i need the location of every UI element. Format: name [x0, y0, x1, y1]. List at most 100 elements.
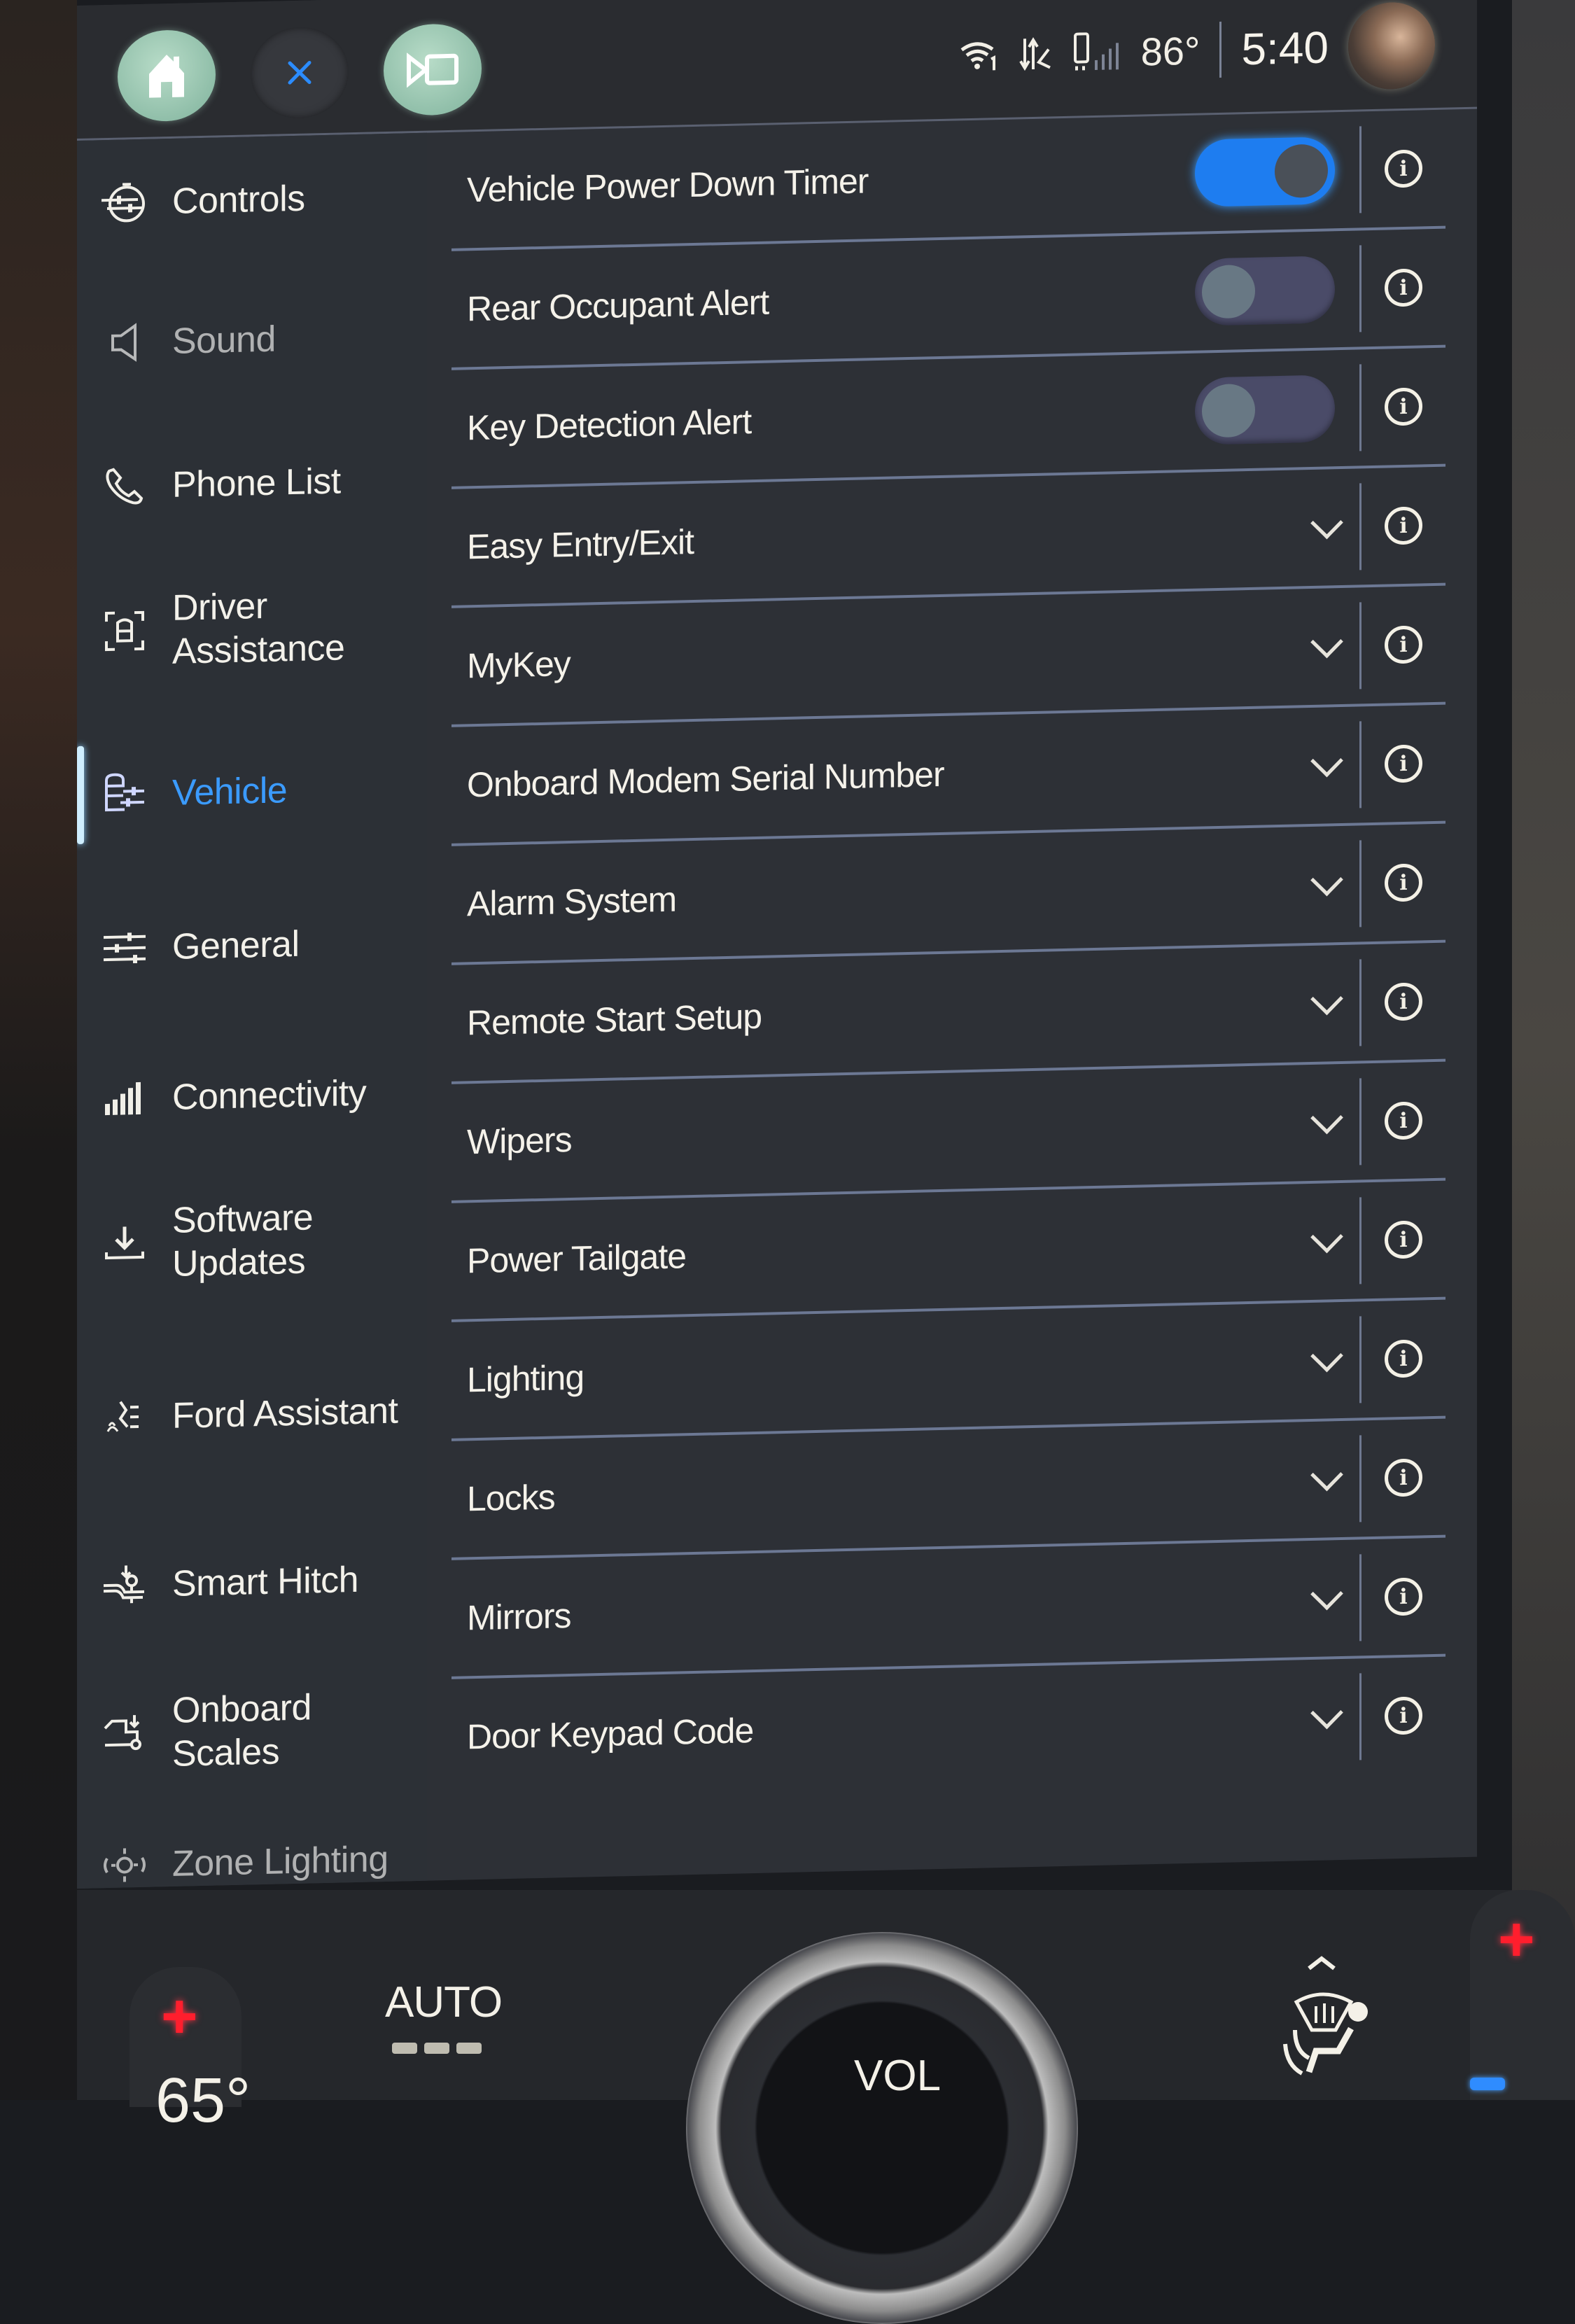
- info-icon[interactable]: i: [1385, 506, 1422, 545]
- info-icon[interactable]: i: [1385, 1101, 1422, 1140]
- sidebar-item-onboard-scales[interactable]: Onboard Scales: [77, 1684, 427, 1779]
- setting-row-power-tailgate[interactable]: Power Tailgate i: [451, 1180, 1446, 1322]
- setting-label: Lighting: [467, 1357, 584, 1400]
- chevron-down-icon[interactable]: [1310, 1696, 1343, 1729]
- close-button[interactable]: [251, 26, 349, 120]
- info-icon[interactable]: i: [1385, 387, 1422, 426]
- outside-temperature: 86°: [1140, 28, 1200, 74]
- sidebar-item-label: Sound: [172, 318, 276, 362]
- chevron-down-icon[interactable]: [1310, 1458, 1343, 1491]
- setting-label: Locks: [467, 1477, 555, 1519]
- setting-row-locks[interactable]: Locks i: [451, 1418, 1446, 1560]
- setting-row-door-keypad-code[interactable]: Door Keypad Code i: [451, 1657, 1446, 1795]
- camera-button[interactable]: [384, 22, 482, 117]
- sidebar-item-label: Vehicle: [172, 769, 288, 813]
- info-icon[interactable]: i: [1385, 1577, 1422, 1616]
- info-icon[interactable]: i: [1385, 625, 1422, 664]
- info-icon[interactable]: i: [1385, 744, 1422, 783]
- setting-row-wipers[interactable]: Wipers i: [451, 1061, 1446, 1203]
- sidebar-item-label: General: [172, 923, 300, 967]
- info-icon[interactable]: i: [1385, 1220, 1422, 1259]
- setting-row-modem-serial[interactable]: Onboard Modem Serial Number i: [451, 704, 1446, 846]
- sidebar-item-software-updates[interactable]: Software Updates: [77, 1194, 427, 1289]
- info-icon[interactable]: i: [1385, 1696, 1422, 1735]
- power-down-timer-toggle[interactable]: [1195, 136, 1335, 207]
- chevron-down-icon[interactable]: [1310, 982, 1343, 1015]
- chevron-down-icon[interactable]: [1310, 1220, 1343, 1253]
- settings-screen: 86° 5:40 Controls Sound Phone List Drive…: [77, 0, 1477, 1889]
- auto-climate-button[interactable]: AUTO: [385, 1977, 503, 2027]
- sidebar-item-sound[interactable]: Sound: [77, 308, 427, 372]
- setting-row-lighting[interactable]: Lighting i: [451, 1299, 1446, 1441]
- chevron-down-icon[interactable]: [1310, 625, 1343, 658]
- setting-row-remote-start[interactable]: Remote Start Setup i: [451, 942, 1446, 1084]
- setting-row-rear-occupant-alert[interactable]: Rear Occupant Alert i: [451, 228, 1446, 370]
- close-icon: [288, 60, 312, 85]
- setting-label: Wipers: [467, 1119, 572, 1162]
- chevron-down-icon[interactable]: [1310, 506, 1343, 539]
- sidebar-item-label: Zone Lighting: [172, 1838, 388, 1884]
- voice-assistant-icon: [97, 1389, 153, 1446]
- sliders-icon: [97, 920, 153, 977]
- sidebar-item-controls[interactable]: Controls: [77, 168, 427, 232]
- signal-bars-icon: [97, 1070, 153, 1128]
- sidebar-item-vehicle[interactable]: Vehicle: [77, 760, 427, 823]
- chevron-down-icon[interactable]: [1310, 1101, 1343, 1134]
- setting-row-mykey[interactable]: MyKey i: [451, 585, 1446, 727]
- setting-row-key-detection-alert[interactable]: Key Detection Alert i: [451, 347, 1446, 489]
- sidebar-item-smart-hitch[interactable]: Smart Hitch: [77, 1550, 427, 1614]
- passenger-temp-down-button[interactable]: [1470, 2078, 1505, 2090]
- sidebar-item-label: Onboard Scales: [172, 1687, 312, 1775]
- info-icon[interactable]: i: [1385, 149, 1422, 188]
- info-icon[interactable]: i: [1385, 268, 1422, 307]
- setting-label: Mirrors: [467, 1595, 571, 1638]
- setting-row-mirrors[interactable]: Mirrors i: [451, 1537, 1446, 1679]
- sidebar-item-ford-assistant[interactable]: Ford Assistant: [77, 1382, 427, 1446]
- volume-knob[interactable]: [686, 1932, 1078, 2324]
- sidebar-item-label: Phone List: [172, 461, 341, 505]
- defrost-airflow-icon[interactable]: [1281, 1953, 1379, 2086]
- chevron-down-icon[interactable]: [1310, 1339, 1343, 1372]
- setting-label: Alarm System: [467, 879, 677, 924]
- sidebar-item-connectivity[interactable]: Connectivity: [77, 1064, 427, 1128]
- volume-label: VOL: [854, 2052, 941, 2100]
- sidebar-item-driver-assistance[interactable]: Driver Assistance: [77, 581, 427, 676]
- setting-row-power-down-timer[interactable]: Vehicle Power Down Timer i: [451, 109, 1446, 251]
- setting-label: Vehicle Power Down Timer: [467, 161, 869, 210]
- sidebar-item-label: Smart Hitch: [172, 1559, 359, 1604]
- chevron-down-icon[interactable]: [1310, 744, 1343, 777]
- vehicle-settings-list: Vehicle Power Down Timer i Rear Occupant…: [451, 109, 1446, 1795]
- climate-bar: + 65° AUTO VOL +: [77, 1890, 1575, 2324]
- key-detection-alert-toggle[interactable]: [1195, 374, 1335, 445]
- sidebar-item-zone-lighting[interactable]: Zone Lighting: [77, 1830, 427, 1889]
- clock: 5:40: [1241, 22, 1329, 75]
- setting-label: Key Detection Alert: [467, 402, 752, 448]
- sidebar-item-phone-list[interactable]: Phone List: [77, 451, 427, 515]
- phone-icon: [97, 458, 153, 515]
- setting-label: Door Keypad Code: [467, 1711, 754, 1757]
- camera-icon: [407, 52, 458, 88]
- info-icon[interactable]: i: [1385, 863, 1422, 902]
- chevron-down-icon[interactable]: [1310, 863, 1343, 896]
- setting-row-alarm-system[interactable]: Alarm System i: [451, 823, 1446, 965]
- passenger-temp-up-button[interactable]: +: [1498, 1904, 1535, 1976]
- hitch-icon: [97, 1557, 153, 1614]
- info-icon[interactable]: i: [1385, 1458, 1422, 1497]
- sidebar-item-general[interactable]: General: [77, 913, 427, 977]
- zone-lighting-icon: [97, 1837, 153, 1889]
- setting-row-easy-entry-exit[interactable]: Easy Entry/Exit i: [451, 466, 1446, 608]
- setting-label: MyKey: [467, 644, 570, 686]
- scales-icon: [97, 1705, 153, 1763]
- download-icon: [97, 1215, 153, 1273]
- info-icon[interactable]: i: [1385, 1339, 1422, 1378]
- rear-occupant-alert-toggle[interactable]: [1195, 255, 1335, 326]
- toggle-knob: [1202, 383, 1255, 438]
- info-icon[interactable]: i: [1385, 982, 1422, 1021]
- chevron-down-icon[interactable]: [1310, 1577, 1343, 1610]
- driver-assist-icon: [97, 603, 153, 660]
- sidebar-item-label: Ford Assistant: [172, 1390, 398, 1436]
- profile-avatar[interactable]: [1348, 1, 1435, 90]
- sidebar-item-label: Connectivity: [172, 1072, 367, 1118]
- driver-temp-up-button[interactable]: +: [161, 1981, 198, 2053]
- home-button[interactable]: [118, 29, 216, 122]
